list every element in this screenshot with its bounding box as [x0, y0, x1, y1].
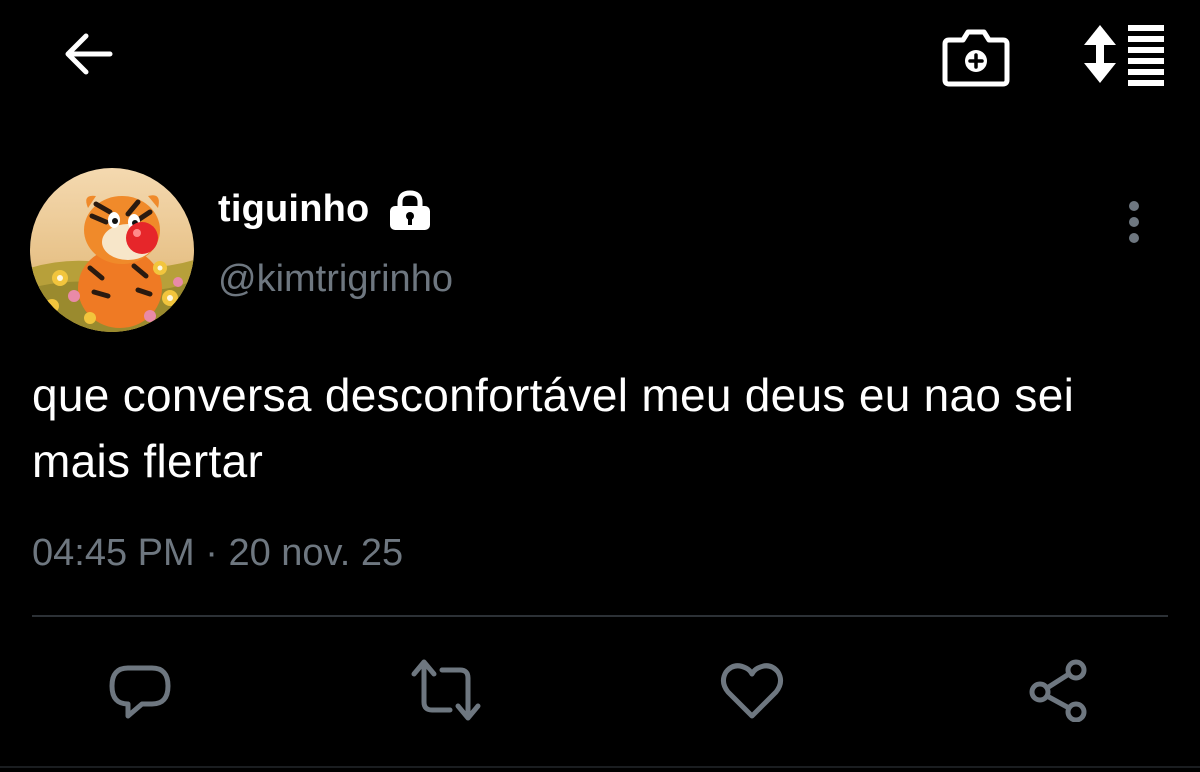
camera-button[interactable] [938, 22, 1014, 92]
retweet-button[interactable] [410, 654, 482, 726]
vertical-dots-icon [1129, 201, 1139, 243]
tweet-date: 20 nov. 25 [228, 532, 404, 574]
more-options-button[interactable] [1112, 198, 1156, 246]
handle[interactable]: @kimtrigrinho [218, 258, 453, 301]
back-button[interactable] [56, 22, 120, 86]
meta-separator: · [194, 532, 229, 574]
avatar[interactable] [30, 168, 194, 332]
bottom-divider [0, 766, 1200, 768]
comment-icon [109, 665, 171, 719]
like-button[interactable] [716, 654, 788, 726]
share-icon [1029, 659, 1087, 722]
display-name[interactable]: tiguinho [218, 188, 369, 231]
reply-button[interactable] [104, 654, 176, 726]
tweet-text: que conversa desconfortável meu deus eu … [32, 369, 1075, 487]
lock-icon [386, 190, 434, 232]
sort-button[interactable] [1080, 18, 1170, 90]
heart-icon [720, 663, 784, 719]
sort-list-icon [1084, 25, 1164, 86]
arrow-left-icon [65, 33, 113, 75]
retweet-icon [411, 659, 481, 721]
tigger-avatar-image [30, 168, 194, 332]
tweet-timestamp: 04:45 PM · 20 nov. 25 [32, 532, 403, 575]
camera-plus-icon [942, 29, 1010, 87]
divider [32, 615, 1168, 617]
share-button[interactable] [1022, 654, 1094, 726]
top-bar [0, 0, 1200, 120]
tweet-time: 04:45 PM [32, 532, 195, 574]
